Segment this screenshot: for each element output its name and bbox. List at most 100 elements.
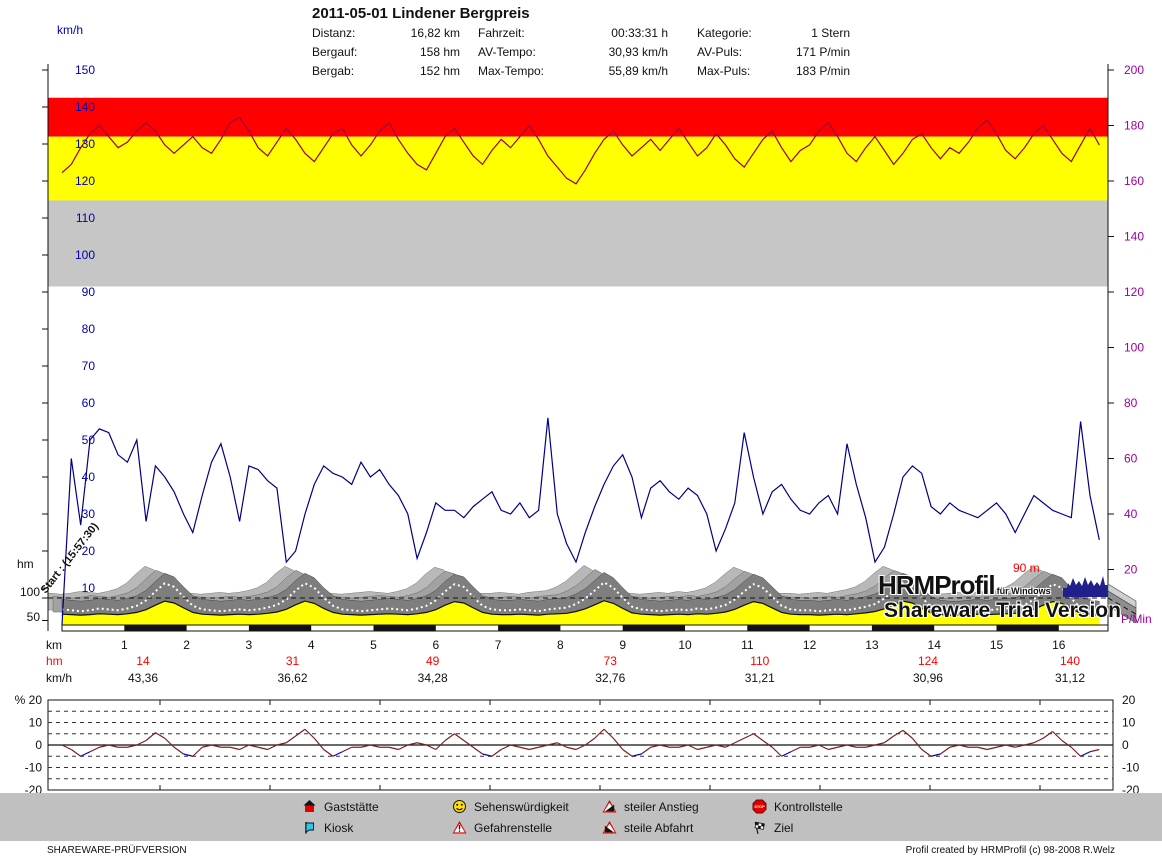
stat-kategorie: Kategorie: 1 Stern <box>697 26 850 40</box>
legend-label: Gaststätte <box>324 799 379 814</box>
gaststaette-icon <box>302 799 317 814</box>
left-axis-tick-label: 60 <box>82 396 96 410</box>
lap-climb-value: 14 <box>136 654 150 668</box>
slope-segment <box>697 746 707 751</box>
slope-segment <box>940 746 951 755</box>
km-tick-label: 11 <box>741 638 754 652</box>
elevation-tick-100: 100 <box>19 585 40 599</box>
slope-segment <box>1080 751 1091 757</box>
legend-label: Kiosk <box>324 820 354 835</box>
ziel-icon <box>752 820 767 835</box>
km-tick-label: 8 <box>557 638 564 652</box>
slope-segment <box>444 733 455 741</box>
stat-value: 30,93 km/h <box>608 45 668 59</box>
stat-value: 158 hm <box>419 45 460 59</box>
slope-segment <box>285 735 296 744</box>
lap-avg-speed-value: 30,96 <box>913 671 943 685</box>
slope-segment <box>1061 740 1072 748</box>
km-scale-bar-segment <box>747 625 810 631</box>
lap-avg-speed-value: 31,12 <box>1055 671 1085 685</box>
watermark-product-name: HRMProfil <box>878 570 996 600</box>
km-tick-label: 3 <box>246 638 253 652</box>
slope-segment <box>687 744 698 751</box>
slope-left-label: % 20 <box>15 693 43 707</box>
gefahrenstelle-icon <box>452 820 467 835</box>
stat-value: 1 Stern <box>811 26 850 40</box>
stat-label: Fahrzeit: <box>478 26 525 40</box>
zone-band-gray <box>48 200 1108 287</box>
left-axis-tick-label: 90 <box>82 285 96 299</box>
svg-text:STOP: STOP <box>754 805 765 809</box>
left-axis-tick-label: 70 <box>82 359 96 373</box>
slope-segment <box>987 746 997 751</box>
km-tick-label: 14 <box>928 638 942 652</box>
slope-segment <box>426 744 437 751</box>
steiler-anstieg-icon <box>602 799 617 814</box>
slope-segment <box>902 729 913 739</box>
watermark-trial: Shareware Trial Version <box>884 599 1121 622</box>
stat-value: 00:33:31 h <box>611 26 668 40</box>
km-scale-bar-segment <box>871 625 935 631</box>
footer-credit: Profil created by HRMProfil (c) 98-2008 … <box>905 845 1115 856</box>
row-label-hm: hm <box>46 654 63 668</box>
zone-band-yellow <box>48 136 1108 201</box>
slope-right-label: -10 <box>1122 761 1140 775</box>
legend-label: Gefahrenstelle <box>474 820 553 835</box>
stat-label: Kategorie: <box>697 26 752 40</box>
stat-bergab: Bergab: 152 hm <box>312 64 460 78</box>
right-axis-tick-label: 20 <box>1124 563 1138 577</box>
stat-label: Max-Puls: <box>697 64 751 78</box>
slope-segment <box>743 733 754 739</box>
slope-segment <box>342 746 352 753</box>
legend-label: steile Abfahrt <box>624 820 694 835</box>
slope-segment <box>762 740 773 748</box>
slope-segment <box>575 744 586 751</box>
lap-avg-speed-value: 31,21 <box>745 671 775 685</box>
slope-segment <box>388 746 399 751</box>
stat-label: Max-Tempo: <box>478 64 545 78</box>
slope-segment <box>239 744 250 751</box>
right-axis-tick-label: 120 <box>1124 285 1144 299</box>
sehenswuerdigkeit-icon <box>452 799 467 814</box>
lap-climb-value: 110 <box>750 654 769 668</box>
stat-max-puls: Max-Puls: 183 P/min <box>697 64 850 78</box>
slope-segment <box>753 733 764 741</box>
lap-climb-value: 73 <box>604 654 618 668</box>
km-scale-bar-segment <box>373 625 436 631</box>
legend-item-kiosk: Kiosk <box>302 819 353 836</box>
slope-segment <box>911 737 923 750</box>
lap-avg-speed-value: 36,62 <box>277 671 307 685</box>
left-axis-tick-label: 10 <box>82 581 96 595</box>
slope-left-label: 10 <box>29 716 43 730</box>
slope-segment <box>566 746 577 751</box>
right-axis-tick-label: 200 <box>1124 63 1144 77</box>
watermark-product: HRMProfil für Windows <box>878 570 1051 601</box>
left-axis-tick-label: 150 <box>75 63 95 77</box>
left-axis-tick-label: 120 <box>75 174 95 188</box>
km-tick-label: 4 <box>308 638 315 652</box>
legend-item-gaststaette: Gaststätte <box>302 798 379 815</box>
right-axis-tick-label: 60 <box>1124 452 1138 466</box>
lap-avg-speed-value: 34,28 <box>418 671 448 685</box>
slope-segment <box>323 749 334 757</box>
slope-segment <box>164 737 175 748</box>
lap-climb-value: 49 <box>426 654 440 668</box>
km-tick-label: 10 <box>678 638 692 652</box>
slope-segment <box>80 751 91 757</box>
watermark-product-suffix: für Windows <box>996 586 1051 596</box>
stat-max-tempo: Max-Tempo: 55,89 km/h <box>478 64 668 78</box>
slope-segment <box>771 746 782 757</box>
slope-segment <box>921 749 932 757</box>
stat-bergauf: Bergauf: 158 hm <box>312 45 460 59</box>
left-axis-tick-label: 100 <box>75 248 95 262</box>
elevation-tick-50: 50 <box>26 610 40 624</box>
left-axis-unit-label: km/h <box>57 23 84 37</box>
legend-label: Kontrollstelle <box>774 799 843 814</box>
right-axis-tick-label: 180 <box>1124 119 1144 133</box>
slope-segment <box>631 753 642 757</box>
slope-segment <box>295 728 306 737</box>
slope-segment <box>463 740 474 748</box>
km-tick-label: 15 <box>990 638 1004 652</box>
slope-segment <box>332 751 343 757</box>
legend-label: steiler Anstieg <box>624 799 699 814</box>
